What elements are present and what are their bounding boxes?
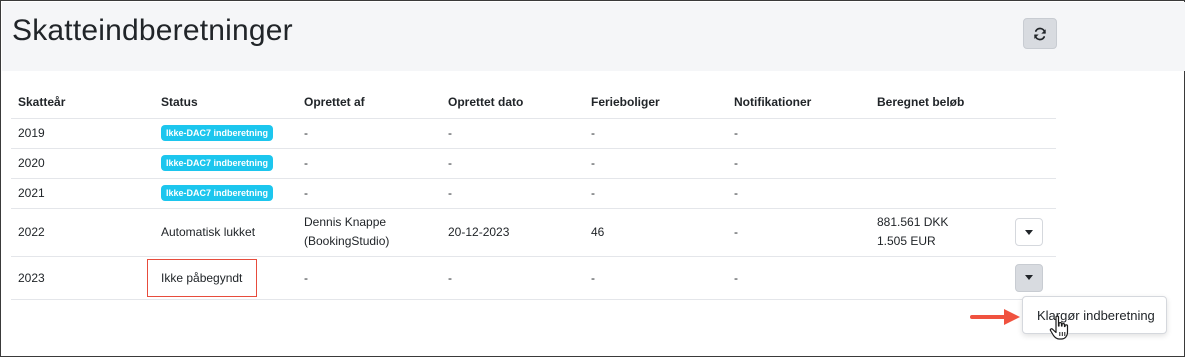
created-by-name: Dennis Knappe <box>304 215 387 229</box>
column-header-created-date: Oprettet dato <box>441 87 584 119</box>
table-row: 2021 Ikke-DAC7 indberetning - - - - <box>11 178 1056 209</box>
cell-calculated-amount <box>870 256 1016 300</box>
refresh-button[interactable] <box>1023 18 1057 49</box>
status-badge: Ikke-DAC7 indberetning <box>161 125 274 141</box>
cell-holiday-homes: - <box>584 118 727 149</box>
cell-calculated-amount <box>870 178 1016 209</box>
column-header-calculated-amount: Beregnet beløb <box>870 87 1016 119</box>
cell-calculated-amount <box>870 148 1016 179</box>
column-header-holiday-homes: Ferieboliger <box>584 87 727 119</box>
cell-actions <box>1016 118 1056 149</box>
page-header: Skatteindberetninger <box>2 2 1185 71</box>
cell-status: Ikke-DAC7 indberetning <box>154 118 297 149</box>
cell-created-date: - <box>441 256 584 300</box>
cell-holiday-homes: 46 <box>584 208 727 257</box>
cell-created-date: - <box>441 148 584 179</box>
column-header-created-by: Oprettet af <box>297 87 441 119</box>
column-header-notifications: Notifikationer <box>727 87 870 119</box>
cell-actions <box>1015 208 1056 257</box>
column-header-status: Status <box>154 87 297 119</box>
cell-created-date: - <box>441 178 584 209</box>
table-row: 2019 Ikke-DAC7 indberetning - - - - <box>11 118 1056 149</box>
cell-holiday-homes: - <box>584 178 727 209</box>
created-by-org: (BookingStudio) <box>304 234 390 248</box>
hand-pointer-icon <box>1049 315 1069 340</box>
cell-notifications: - <box>727 178 870 209</box>
column-header-year: Skatteår <box>11 87 154 119</box>
table-row: 2020 Ikke-DAC7 indberetning - - - - <box>11 148 1056 179</box>
row-actions-dropdown-button[interactable] <box>1015 218 1043 246</box>
cell-year: 2022 <box>11 208 154 257</box>
table-row: 2022 Automatisk lukket Dennis Knappe (Bo… <box>11 208 1056 257</box>
cell-created-by: - <box>297 118 441 149</box>
caret-down-icon <box>1025 275 1033 280</box>
refresh-icon <box>1034 27 1046 40</box>
cell-created-by: Dennis Knappe (BookingStudio) <box>297 208 441 257</box>
table-row: 2023 Ikke påbegyndt - - - - <box>11 256 1056 300</box>
cell-year: 2020 <box>11 148 154 179</box>
tax-reports-table: Skatteår Status Oprettet af Oprettet dat… <box>11 87 1056 300</box>
cell-notifications: - <box>727 256 870 300</box>
dropdown-item-prepare-report[interactable]: Klargør indberetning <box>1022 296 1167 334</box>
cell-calculated-amount: 881.561 DKK 1.505 EUR <box>870 208 1016 257</box>
status-highlighted: Ikke påbegyndt <box>147 258 258 297</box>
row-actions-dropdown-button[interactable] <box>1015 263 1043 292</box>
cell-year: 2019 <box>11 118 154 149</box>
status-badge: Ikke-DAC7 indberetning <box>161 185 274 201</box>
cell-actions <box>1016 178 1056 209</box>
cell-notifications: - <box>727 148 870 179</box>
cell-status: Ikke påbegyndt <box>147 256 297 300</box>
cell-calculated-amount <box>870 118 1016 149</box>
cell-notifications: - <box>727 118 870 149</box>
cell-created-date: - <box>441 118 584 149</box>
cell-notifications: - <box>727 208 870 257</box>
cell-created-date: 20-12-2023 <box>441 208 584 257</box>
arrow-right-icon <box>970 309 1020 325</box>
table-header-row: Skatteår Status Oprettet af Oprettet dat… <box>11 87 1056 119</box>
cell-holiday-homes: - <box>584 256 727 300</box>
cell-created-by: - <box>297 256 441 300</box>
cell-year: 2021 <box>11 178 154 209</box>
cell-status: Ikke-DAC7 indberetning <box>154 178 297 209</box>
status-badge: Ikke-DAC7 indberetning <box>161 155 274 171</box>
cell-created-by: - <box>297 178 441 209</box>
caret-down-icon <box>1025 229 1033 235</box>
cell-status: Automatisk lukket <box>154 208 297 257</box>
amount-eur: 1.505 EUR <box>877 234 936 248</box>
amount-dkk: 881.561 DKK <box>877 215 949 229</box>
cell-actions <box>1015 256 1056 300</box>
app-window: Skatteindberetninger Skatteår Status Opr… <box>0 0 1185 357</box>
cell-created-by: - <box>297 148 441 179</box>
cell-year: 2023 <box>11 256 154 300</box>
cell-holiday-homes: - <box>584 148 727 179</box>
page-title: Skatteindberetninger <box>12 14 293 47</box>
cell-status: Ikke-DAC7 indberetning <box>154 148 297 179</box>
column-header-actions <box>1016 87 1056 119</box>
cell-actions <box>1016 148 1056 179</box>
